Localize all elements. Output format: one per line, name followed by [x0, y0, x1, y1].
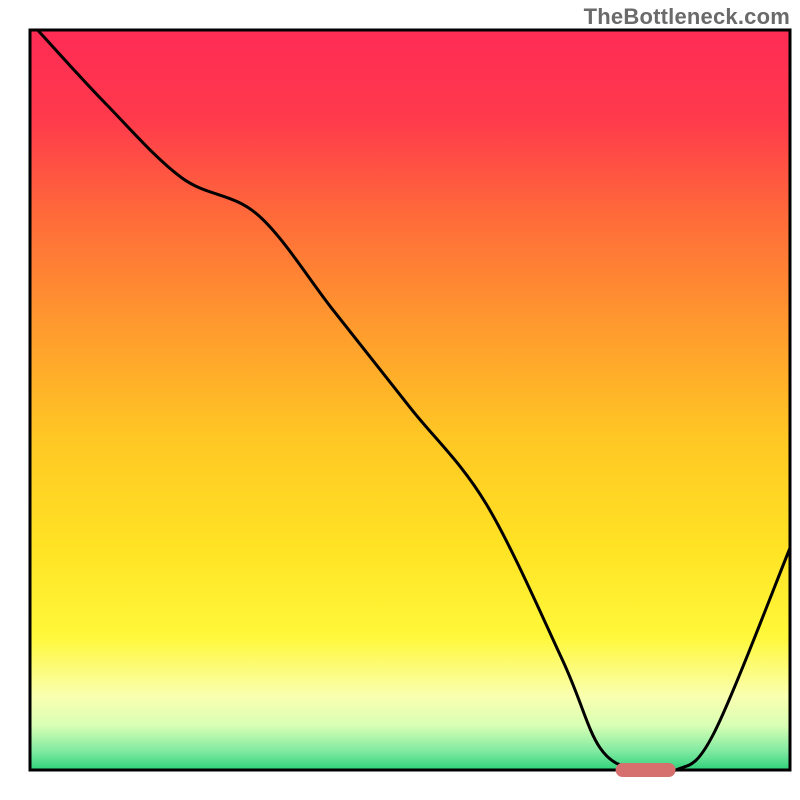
optimal-marker	[615, 763, 676, 777]
plot-background	[30, 30, 790, 770]
bottleneck-chart	[0, 0, 800, 800]
watermark-text: TheBottleneck.com	[584, 4, 790, 30]
chart-stage: TheBottleneck.com	[0, 0, 800, 800]
